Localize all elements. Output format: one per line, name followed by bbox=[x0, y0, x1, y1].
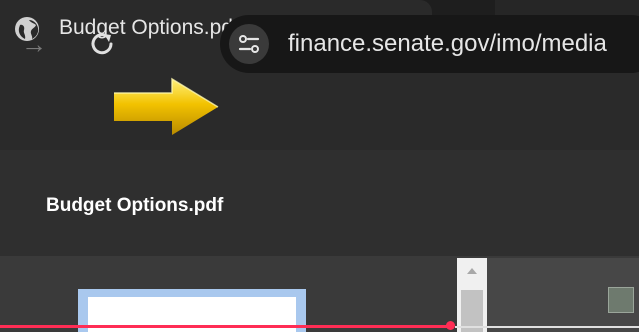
tune-icon bbox=[238, 35, 260, 53]
progress-remaining bbox=[455, 326, 639, 328]
annotation-arrow-icon bbox=[114, 77, 219, 135]
scroll-up-icon[interactable] bbox=[461, 262, 483, 280]
site-info-button[interactable] bbox=[229, 24, 269, 64]
progress-line bbox=[0, 325, 452, 328]
reload-icon[interactable] bbox=[84, 26, 120, 62]
progress-handle[interactable] bbox=[446, 321, 455, 330]
url-text[interactable]: finance.senate.gov/imo/media bbox=[288, 30, 607, 58]
browser-toolbar bbox=[0, 62, 639, 150]
seal-icon bbox=[608, 287, 634, 313]
browser-window: Budget Options.pdf ✕ + → finance.senate.… bbox=[0, 0, 639, 332]
forward-button[interactable]: → bbox=[16, 26, 52, 62]
pdf-title: Budget Options.pdf bbox=[46, 195, 224, 216]
